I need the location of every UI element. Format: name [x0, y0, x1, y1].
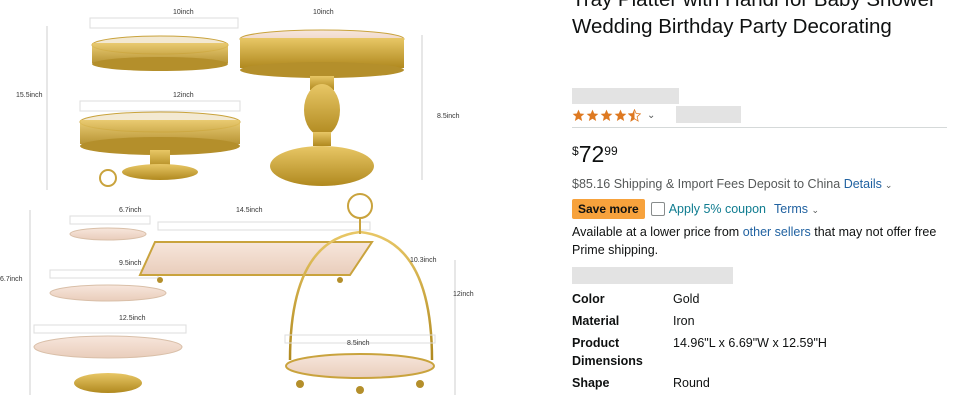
rating-widget[interactable]: ⌄: [572, 107, 655, 123]
dim-label: 10inch: [313, 9, 334, 16]
dim-label: 6.7inch: [0, 276, 23, 283]
shipping-info: $85.16 Shipping & Import Fees Deposit to…: [572, 177, 892, 191]
deal-row: Save more Apply 5% coupon Terms ⌄: [572, 199, 819, 219]
shipping-text: $85.16 Shipping & Import Fees Deposit to…: [572, 177, 841, 191]
price-symbol: $: [572, 144, 579, 158]
spec-value: Round: [673, 376, 710, 390]
spec-value: 14.96"L x 6.69"W x 12.59"H: [673, 336, 827, 350]
cake-stands-illustration: 10inch 10inch 15.5inch 12inch 8.5inch 6.…: [0, 0, 474, 395]
dim-label: 6.7inch: [119, 207, 142, 214]
star-icon: [586, 109, 599, 121]
dim-label: 8.5inch: [437, 113, 460, 120]
spec-row: Shape Round: [572, 374, 947, 396]
star-icon: [572, 109, 585, 121]
dim-label: 12inch: [173, 92, 194, 99]
product-specs: Color Gold Material Iron Product Dimensi…: [572, 290, 947, 396]
spec-key: Shape: [572, 376, 610, 390]
spec-value: Iron: [673, 314, 695, 328]
spec-row: Material Iron: [572, 312, 947, 334]
redacted-block: [676, 106, 741, 123]
spec-row: Product Dimensions 14.96"L x 6.69"W x 12…: [572, 334, 947, 374]
terms-label: Terms: [774, 202, 809, 216]
spec-value: Gold: [673, 292, 700, 306]
price: $ 72 99: [572, 141, 618, 167]
details-link[interactable]: Details: [844, 177, 882, 191]
redacted-block: [572, 88, 679, 104]
star-rating-icon: [572, 108, 642, 122]
coupon-label[interactable]: Apply 5% coupon: [669, 202, 766, 216]
product-title: Tray Platter with Handl for Baby Shower …: [572, 0, 936, 38]
star-icon: [614, 109, 627, 121]
divider: [572, 127, 947, 128]
product-image[interactable]: 10inch 10inch 15.5inch 12inch 8.5inch 6.…: [0, 0, 560, 405]
price-fraction: 99: [604, 144, 618, 158]
chevron-down-icon[interactable]: ⌄: [647, 110, 655, 121]
save-more-label: Save more: [578, 202, 639, 216]
spec-row: Color Gold: [572, 290, 947, 312]
chevron-down-icon: ⌄: [811, 205, 820, 215]
availability-text: Available at a lower price from other se…: [572, 224, 947, 259]
availability-prefix: Available at a lower price from: [572, 225, 743, 239]
coupon-checkbox[interactable]: [650, 202, 665, 216]
dim-label: 12inch: [453, 291, 474, 298]
dim-label: 15.5inch: [16, 92, 43, 99]
spec-key: Material: [572, 314, 620, 328]
save-more-badge[interactable]: Save more: [572, 199, 645, 219]
price-whole: 72: [578, 141, 605, 167]
dim-label: 10inch: [173, 9, 194, 16]
spec-key: Color: [572, 292, 605, 306]
dim-label: 9.5inch: [119, 260, 142, 267]
terms-link[interactable]: Terms ⌄: [774, 202, 819, 216]
dim-label: 8.5inch: [347, 340, 370, 347]
dim-label: 12.5inch: [119, 315, 146, 322]
spec-key: Product Dimensions: [572, 336, 643, 368]
other-sellers-link[interactable]: other sellers: [743, 225, 811, 239]
dim-label: 14.5inch: [236, 207, 263, 214]
redacted-block: [572, 267, 733, 284]
half-star-icon: [628, 108, 641, 122]
chevron-down-icon[interactable]: ⌄: [885, 180, 893, 190]
dim-label: 10.3inch: [410, 257, 437, 264]
star-icon: [600, 109, 613, 121]
